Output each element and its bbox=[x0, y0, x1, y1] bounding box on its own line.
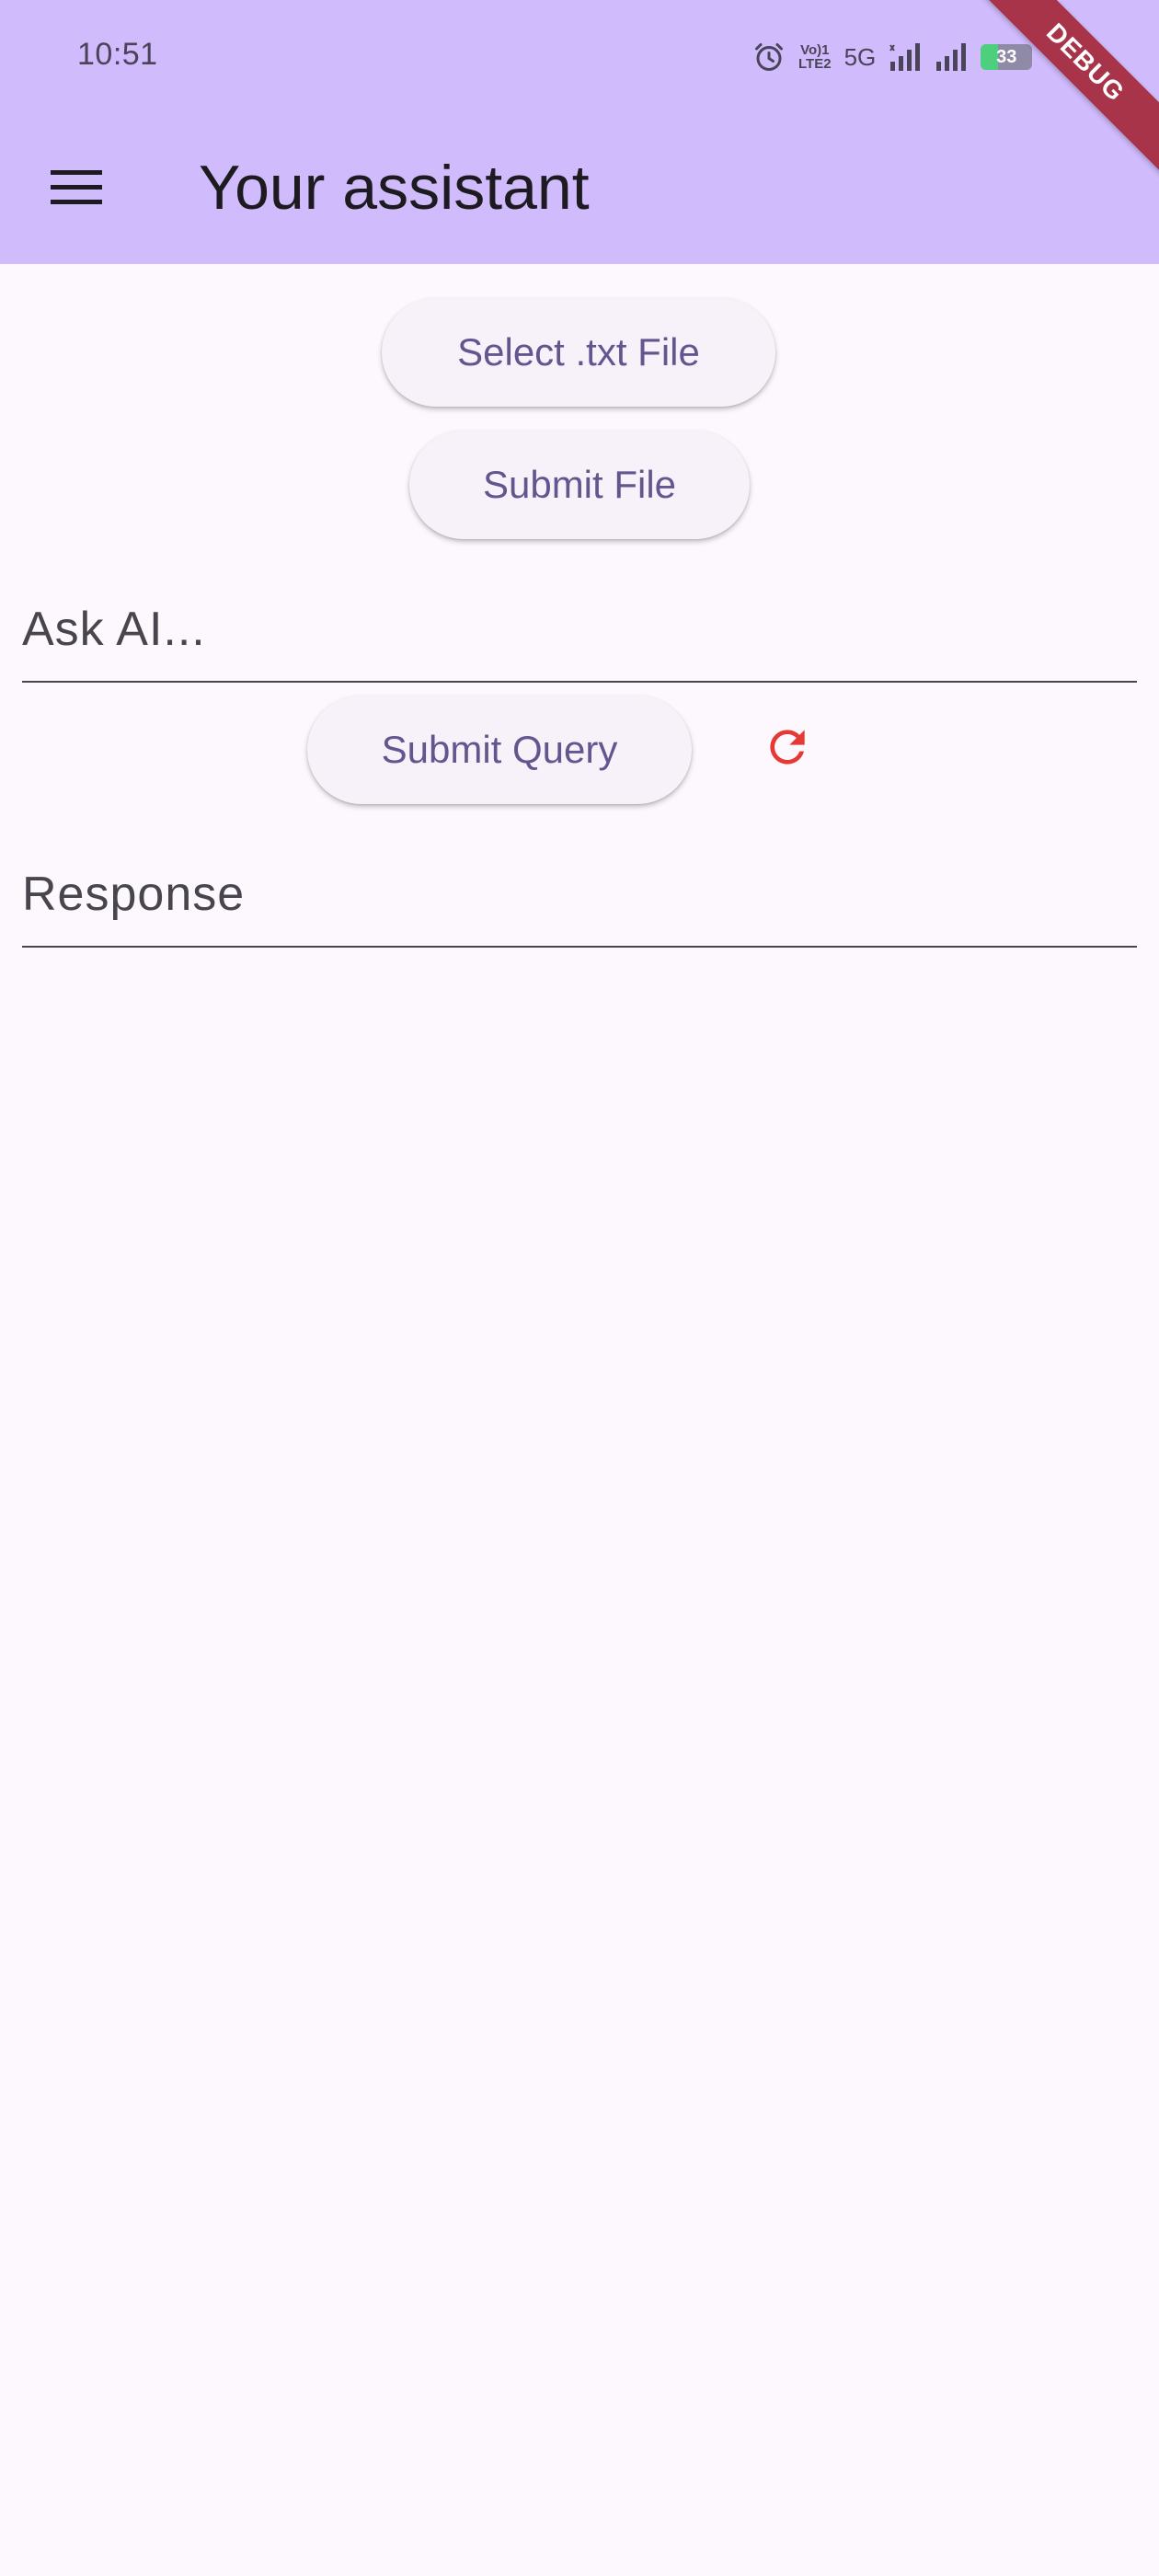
debug-banner: DEBUG bbox=[964, 0, 1159, 184]
app-title: Your assistant bbox=[199, 153, 590, 223]
refresh-button[interactable] bbox=[747, 708, 828, 789]
status-time: 10:51 bbox=[77, 37, 158, 72]
query-input-label: Ask AI... bbox=[22, 603, 206, 656]
app-header: 10:51 Vo)1 LTE2 5G 33 DEBUG Your assista… bbox=[0, 0, 1159, 264]
battery-icon: 33 bbox=[981, 44, 1033, 70]
network-type: 5G bbox=[843, 42, 877, 71]
volte-indicator: Vo)1 LTE2 bbox=[798, 43, 832, 71]
submit-file-label: Submit File bbox=[482, 463, 677, 506]
status-icons: Vo)1 LTE2 5G 33 bbox=[752, 37, 1033, 77]
select-file-label: Select .txt File bbox=[457, 330, 700, 374]
submit-query-label: Submit Query bbox=[381, 728, 618, 771]
select-file-button[interactable]: Select .txt File bbox=[382, 298, 775, 407]
hamburger-menu-icon bbox=[51, 168, 104, 210]
signal-2-icon bbox=[935, 41, 968, 73]
submit-query-button[interactable]: Submit Query bbox=[307, 696, 692, 804]
response-field-label: Response bbox=[22, 868, 246, 921]
battery-level: 33 bbox=[996, 46, 1017, 67]
menu-button[interactable] bbox=[37, 152, 118, 225]
refresh-icon bbox=[762, 721, 813, 777]
alarm-icon bbox=[752, 40, 786, 74]
query-input[interactable]: Ask AI... bbox=[22, 569, 1137, 683]
response-field[interactable]: Response bbox=[22, 834, 1137, 948]
volte-line2: LTE2 bbox=[798, 56, 832, 72]
signal-1-icon bbox=[889, 41, 922, 73]
submit-file-button[interactable]: Submit File bbox=[409, 431, 750, 539]
app-screen: 10:51 Vo)1 LTE2 5G 33 DEBUG Your assista… bbox=[0, 0, 1159, 2576]
